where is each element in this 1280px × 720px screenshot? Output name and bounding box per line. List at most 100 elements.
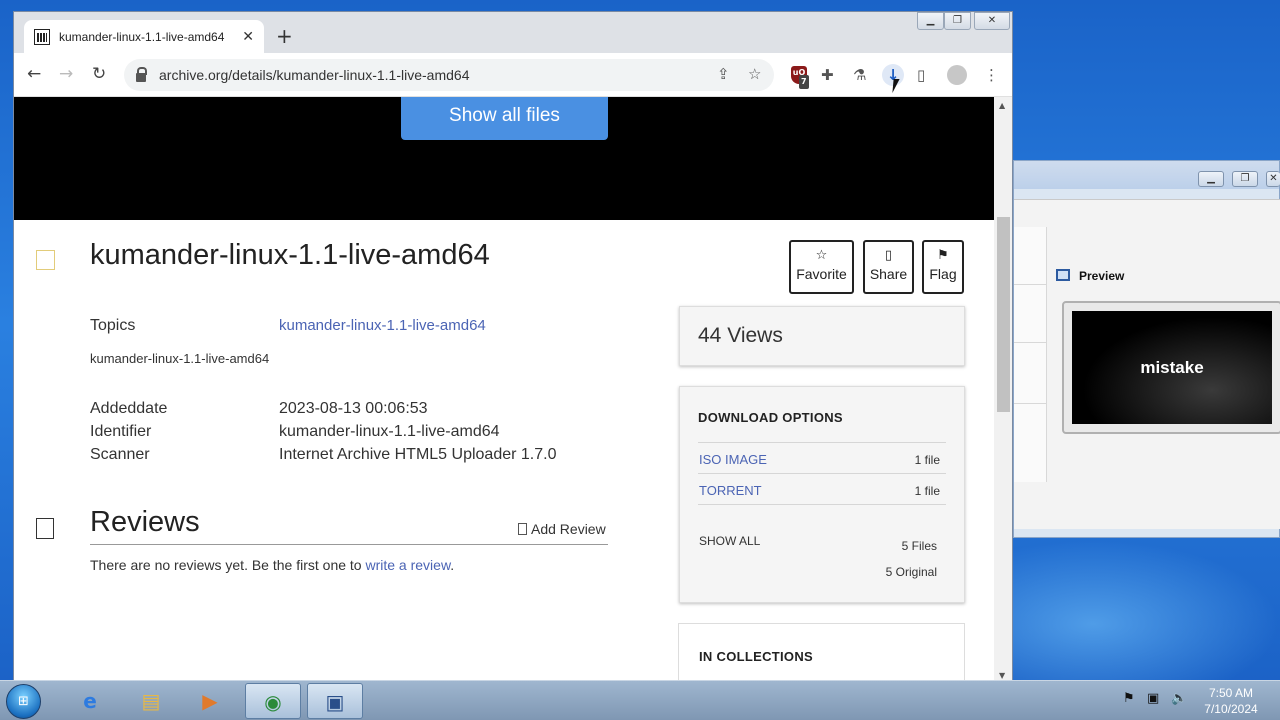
media-player-icon[interactable]: ▶ — [182, 683, 238, 719]
reviews-heading: Reviews — [90, 506, 200, 538]
share-button[interactable]: ▯ Share — [863, 240, 914, 294]
scroll-up-arrow-icon[interactable]: ▲ — [999, 101, 1005, 110]
identifier-label: Identifier — [90, 423, 152, 440]
list-divider — [1014, 284, 1047, 285]
item-mediatype-icon — [36, 250, 55, 270]
download-torrent-link[interactable]: TORRENT — [699, 483, 762, 498]
clock-date: 7/10/2024 — [1204, 702, 1258, 716]
download-torrent-count: 1 file — [914, 484, 940, 498]
close-icon[interactable]: ✕ — [1266, 171, 1280, 187]
extensions-puzzle-icon[interactable]: ✚ — [821, 66, 834, 84]
window-close-icon[interactable]: ✕ — [974, 12, 1010, 30]
background-window[interactable]: ▁ ❐ ✕ Preview mistake — [1013, 160, 1280, 538]
no-reviews-message: There are no reviews yet. Be the first o… — [90, 557, 366, 573]
virtualbox-taskbar-icon[interactable]: ▣ — [307, 683, 363, 719]
topics-label: Topics — [90, 317, 136, 334]
page-content: Show all files kumander-linux-1.1-live-a… — [14, 97, 994, 680]
favorite-button[interactable]: ☆ Favorite — [789, 240, 854, 294]
background-window-titlebar[interactable]: ▁ ❐ ✕ — [1014, 161, 1280, 189]
address-bar[interactable]: archive.org/details/kumander-linux-1.1-l… — [124, 59, 774, 91]
list-divider — [1014, 342, 1047, 343]
flag-button[interactable]: ⚑ Flag — [922, 240, 964, 294]
flag-icon: ⚑ — [937, 248, 949, 263]
download-row[interactable]: ISO IMAGE 1 file — [698, 442, 946, 473]
no-reviews-text: There are no reviews yet. Be the first o… — [90, 557, 454, 573]
download-options-heading: DOWNLOAD OPTIONS — [698, 410, 843, 425]
media-hero: Show all files — [14, 97, 994, 220]
action-center-flag-icon[interactable]: ⚑ — [1123, 691, 1135, 706]
internet-explorer-icon[interactable]: e — [62, 683, 118, 719]
new-tab-button[interactable]: + — [276, 24, 293, 48]
share-icon: ▯ — [884, 248, 893, 263]
background-window-list — [1014, 227, 1047, 482]
reload-icon[interactable]: ↻ — [92, 64, 106, 84]
forward-arrow-icon[interactable]: → — [59, 64, 73, 84]
ublock-extension-icon[interactable]: uO 7 — [791, 66, 809, 89]
original-count: 5 Original — [885, 565, 937, 579]
archive-favicon-icon — [34, 28, 50, 45]
minimize-icon[interactable]: ▁ — [1198, 171, 1224, 187]
network-icon[interactable]: ▣ — [1147, 691, 1159, 706]
show-all-files-button[interactable]: Show all files — [401, 97, 608, 140]
window-restore-icon[interactable]: ❐ — [944, 12, 971, 30]
preview-box: mistake — [1062, 301, 1280, 434]
flag-label: Flag — [929, 266, 957, 282]
item-description: kumander-linux-1.1-live-amd64 — [90, 351, 270, 366]
download-options-card: DOWNLOAD OPTIONS ISO IMAGE 1 file TORREN… — [679, 386, 965, 603]
preview-label: Preview — [1079, 269, 1125, 283]
volume-muted-icon[interactable]: 🔈 — [1171, 691, 1187, 706]
taskbar: ⊞ e ▤ ▶ ◉ ▣ ⚑ ▣ 🔈 7:50 AM 7/10/2024 — [0, 680, 1280, 720]
start-button[interactable]: ⊞ — [6, 684, 41, 719]
reviews-icon — [36, 518, 54, 539]
browser-toolbar: ← → ↻ archive.org/details/kumander-linux… — [14, 53, 1012, 97]
addeddate-label: Addeddate — [90, 400, 168, 417]
side-panel-icon[interactable]: ▯ — [917, 66, 925, 84]
menu-kebab-icon[interactable]: ⋮ — [984, 66, 999, 84]
download-iso-count: 1 file — [914, 453, 940, 467]
chrome-taskbar-icon[interactable]: ◉ — [245, 683, 301, 719]
browser-window: kumander-linux-1.1-live-amd64 ✕ + ▁ ❐ ✕ … — [13, 11, 1013, 681]
vertical-scrollbar[interactable]: ▲ ▼ — [994, 97, 1012, 680]
identifier-value: kumander-linux-1.1-live-amd64 — [279, 423, 500, 440]
bookmark-star-icon[interactable]: ☆ — [748, 65, 761, 83]
share-page-icon[interactable]: ⇪ — [717, 65, 730, 83]
lock-icon[interactable] — [136, 66, 147, 82]
files-count: 5 Files — [901, 539, 937, 553]
no-reviews-suffix: . — [450, 557, 455, 573]
tab-close-icon[interactable]: ✕ — [242, 28, 254, 45]
addeddate-value: 2023-08-13 00:06:53 — [279, 400, 428, 417]
file-explorer-icon[interactable]: ▤ — [123, 683, 179, 719]
share-label: Share — [869, 266, 908, 282]
views-card: 44 Views — [679, 306, 965, 366]
labs-flask-icon[interactable]: ⚗ — [853, 66, 866, 84]
show-all-link[interactable]: SHOW ALL — [699, 534, 760, 548]
download-iso-link[interactable]: ISO IMAGE — [699, 452, 767, 467]
views-count: 44 Views — [698, 324, 783, 347]
window-minimize-icon[interactable]: ▁ — [917, 12, 944, 30]
url-text[interactable]: archive.org/details/kumander-linux-1.1-l… — [159, 67, 469, 83]
clock-time: 7:50 AM — [1208, 686, 1254, 700]
tab-active[interactable]: kumander-linux-1.1-live-amd64 ✕ — [24, 20, 264, 53]
scrollbar-thumb[interactable] — [997, 217, 1010, 412]
add-review-icon — [518, 523, 527, 535]
profile-avatar-icon[interactable] — [947, 65, 967, 85]
download-row[interactable]: TORRENT 1 file — [698, 473, 946, 504]
mouse-cursor-icon — [892, 79, 900, 93]
star-icon: ☆ — [815, 248, 828, 263]
desktop-wallpaper-glow — [1013, 540, 1280, 680]
add-review-label: Add Review — [531, 521, 606, 537]
maximize-icon[interactable]: ❐ — [1232, 171, 1258, 187]
system-clock[interactable]: 7:50 AM 7/10/2024 — [1198, 685, 1264, 717]
reviews-divider — [90, 544, 608, 545]
topics-link[interactable]: kumander-linux-1.1-live-amd64 — [279, 317, 486, 334]
in-collections-card: IN COLLECTIONS — [678, 623, 965, 680]
write-review-link[interactable]: write a review — [365, 557, 450, 573]
page-title: kumander-linux-1.1-live-amd64 — [90, 239, 490, 271]
add-review-button[interactable]: Add Review — [518, 521, 606, 537]
in-collections-heading: IN COLLECTIONS — [699, 649, 813, 664]
scroll-down-arrow-icon[interactable]: ▼ — [999, 671, 1005, 680]
favorite-label: Favorite — [796, 266, 847, 282]
tab-strip: kumander-linux-1.1-live-amd64 ✕ + ▁ ❐ ✕ — [14, 12, 1012, 53]
preview-icon — [1056, 269, 1070, 281]
back-arrow-icon[interactable]: ← — [27, 64, 41, 84]
